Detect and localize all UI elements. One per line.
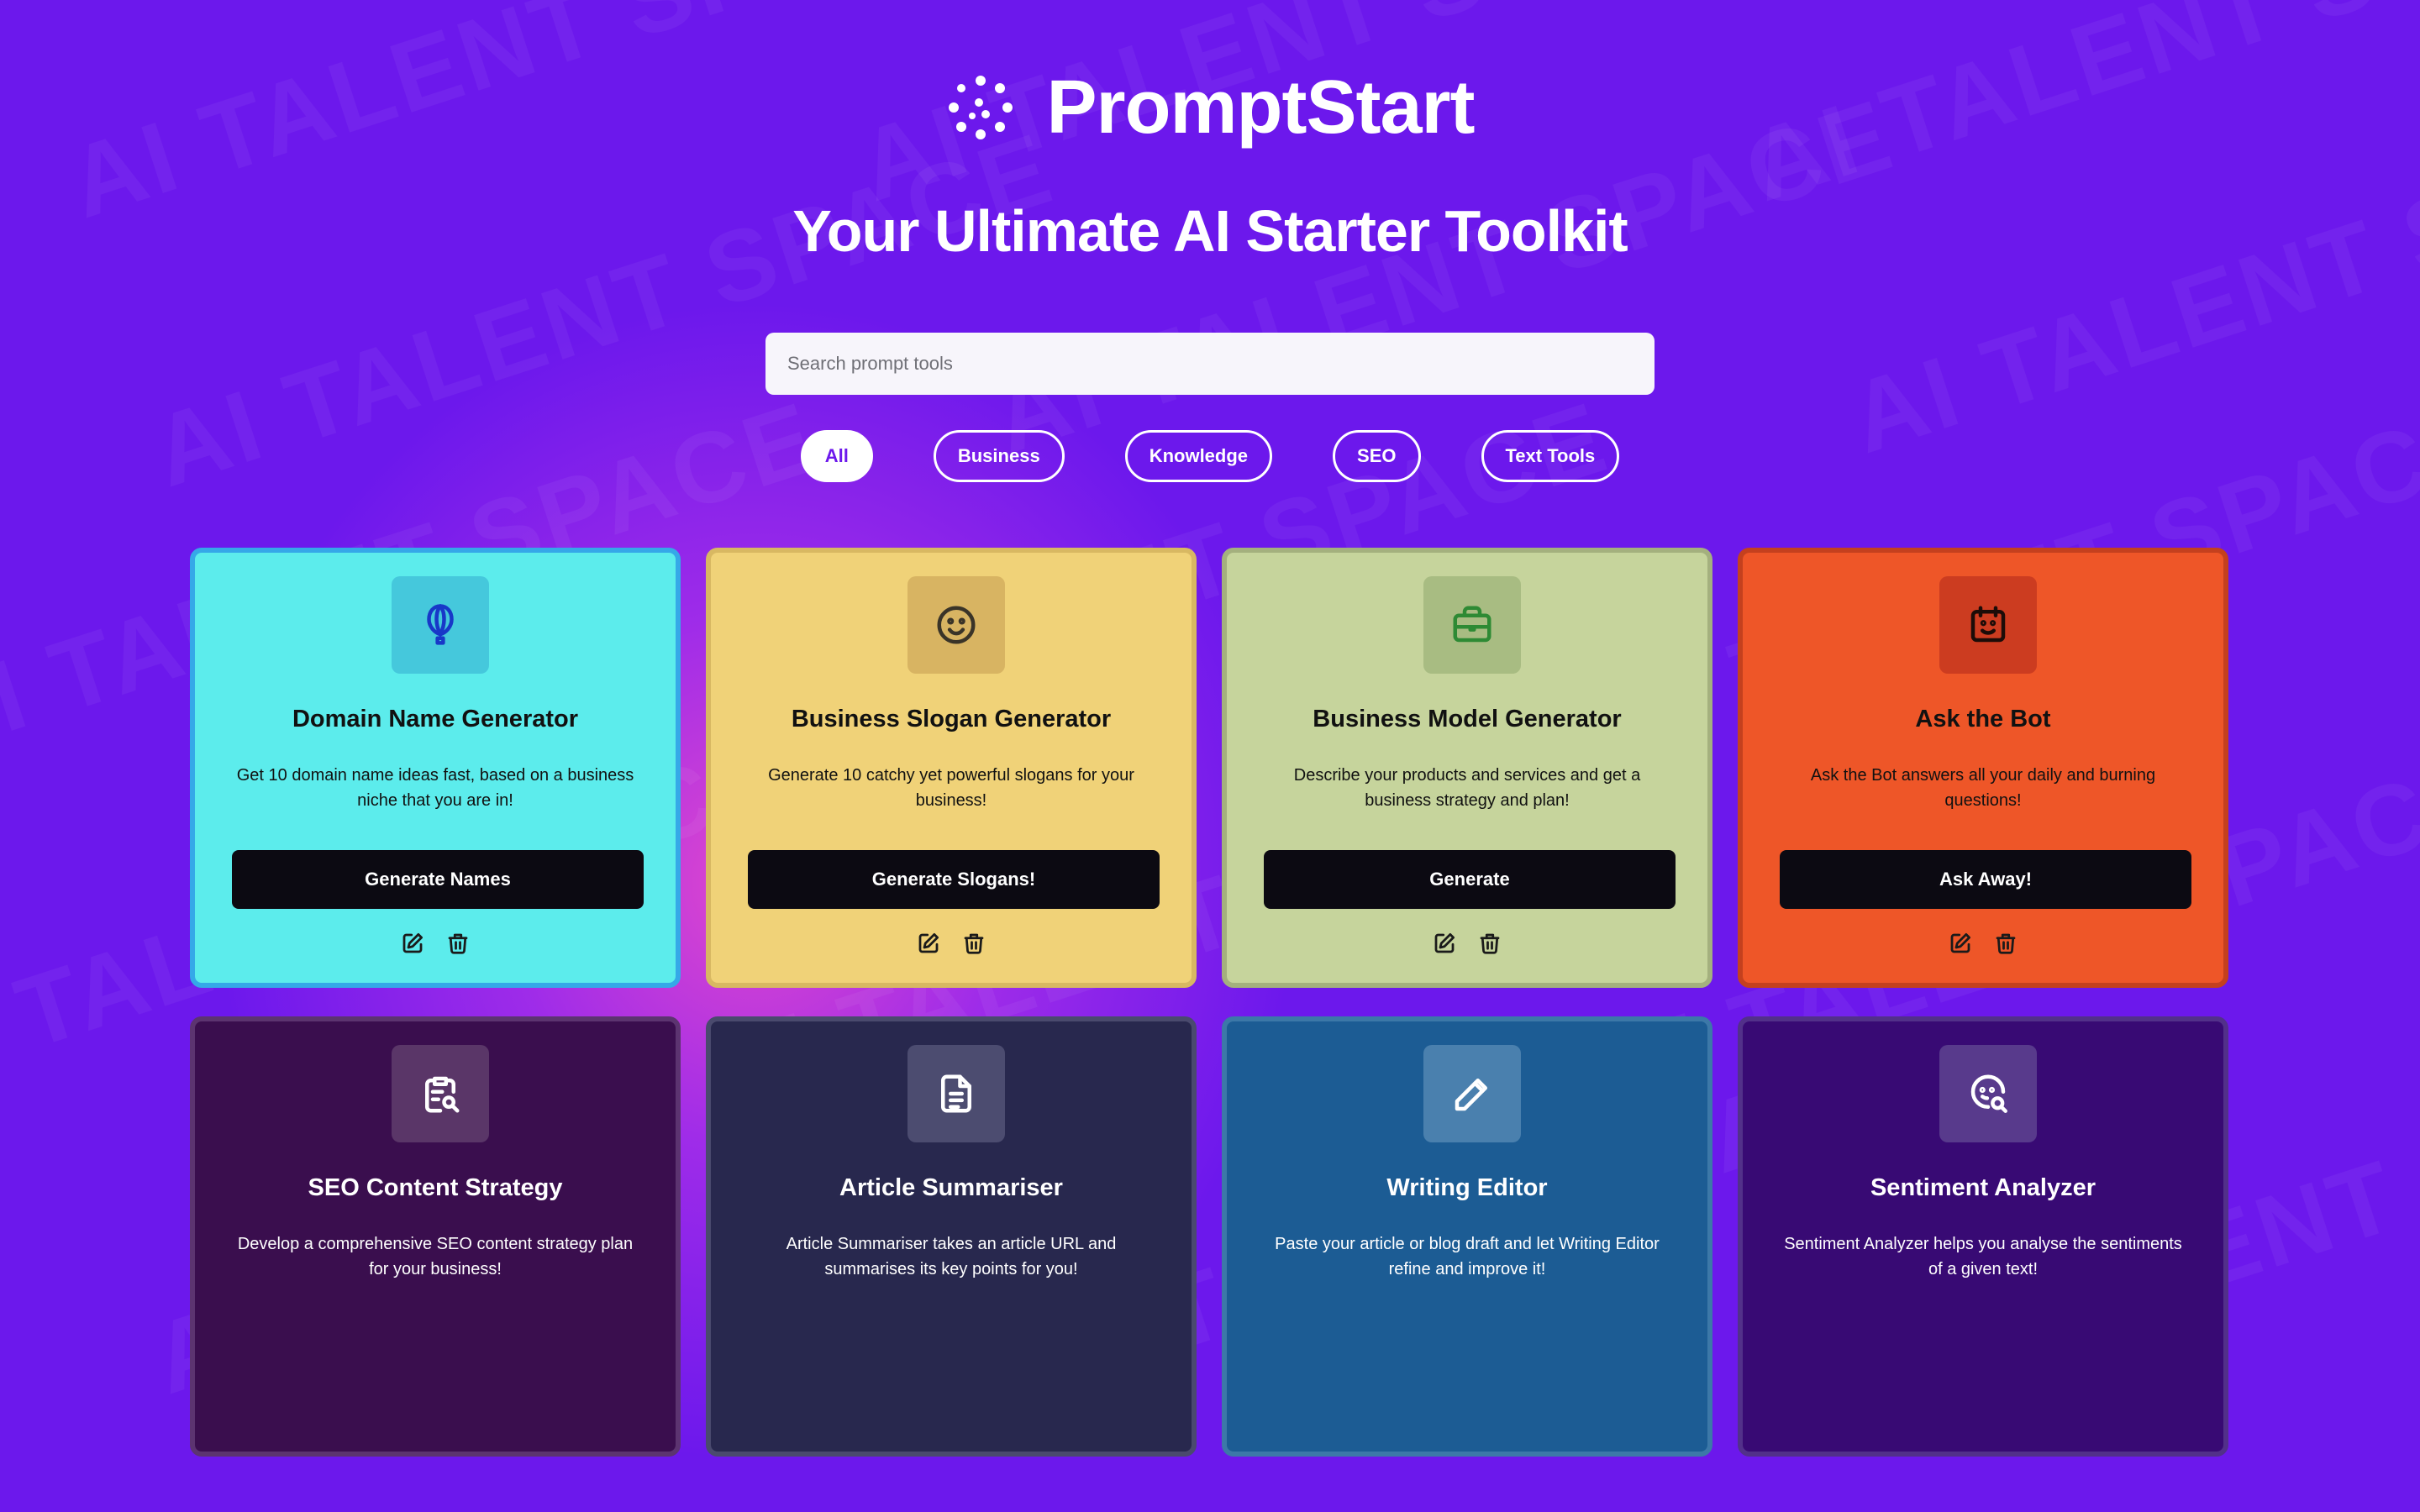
tool-card-business-model-generator[interactable]: Business Model Generator Describe your pr…: [1222, 548, 1712, 988]
filter-chip-business[interactable]: Business: [933, 430, 1065, 482]
pencil-icon: [1449, 1071, 1495, 1116]
card-description: Article Summariser takes an article URL …: [786, 1235, 1117, 1278]
trash-icon[interactable]: [1477, 931, 1502, 956]
face-search-icon: [1965, 1071, 2011, 1116]
card-icon-box: [908, 1045, 1005, 1142]
card-title: Domain Name Generator: [292, 706, 579, 732]
trash-icon[interactable]: [961, 931, 986, 956]
tool-card-ask-the-bot[interactable]: Ask the Bot Ask the Bot answers all your …: [1738, 548, 2228, 988]
card-action-button[interactable]: Generate Slogans!: [748, 850, 1160, 909]
card-title: Article Summariser: [839, 1174, 1063, 1201]
edit-icon[interactable]: [400, 931, 425, 956]
smile-icon: [934, 602, 979, 648]
card-title: Business Slogan Generator: [791, 706, 1112, 732]
card-icon-box: [1939, 1045, 2037, 1142]
filter-chip-seo[interactable]: SEO: [1333, 430, 1421, 482]
card-action-button[interactable]: Generate Names: [232, 850, 644, 909]
filter-chip-knowledge[interactable]: Knowledge: [1124, 430, 1273, 482]
trash-icon[interactable]: [445, 931, 471, 956]
brand-header: PromptStart: [0, 66, 2420, 150]
card-icon-box: [392, 1045, 489, 1142]
card-description: Ask the Bot answers all your daily and b…: [1810, 766, 2156, 810]
card-tools: [711, 931, 1192, 956]
edit-icon[interactable]: [916, 931, 941, 956]
edit-icon[interactable]: [1948, 931, 1973, 956]
calendar-smile-icon: [1965, 602, 2011, 648]
card-title: Writing Editor: [1386, 1174, 1548, 1201]
tool-card-writing-editor[interactable]: Writing Editor Paste your article or blog…: [1222, 1016, 1712, 1457]
filter-chips: All Business Knowledge SEO Text Tools: [0, 430, 2420, 482]
card-icon-box: [1939, 576, 2037, 674]
tool-card-article-summariser[interactable]: Article Summariser Article Summariser tak…: [706, 1016, 1197, 1457]
filter-chip-text-tools[interactable]: Text Tools: [1481, 430, 1620, 482]
card-description: Get 10 domain name ideas fast, based on …: [236, 766, 634, 810]
card-title: Ask the Bot: [1915, 706, 2051, 732]
document-icon: [934, 1071, 979, 1116]
balloon-icon: [418, 602, 463, 648]
card-description: Sentiment Analyzer helps you analyse the…: [1784, 1235, 2182, 1278]
card-icon-box: [908, 576, 1005, 674]
brand-name: PromptStart: [1046, 65, 1475, 150]
card-title: Business Model Generator: [1313, 706, 1622, 732]
search-input[interactable]: [765, 333, 1655, 395]
edit-icon[interactable]: [1432, 931, 1457, 956]
card-description: Generate 10 catchy yet powerful slogans …: [768, 766, 1134, 810]
card-description: Paste your article or blog draft and let…: [1275, 1235, 1660, 1278]
clipboard-search-icon: [418, 1071, 463, 1116]
filter-chip-all[interactable]: All: [800, 430, 873, 482]
card-icon-box: [1423, 576, 1521, 674]
card-action-button[interactable]: Generate: [1264, 850, 1676, 909]
tool-card-seo-content-strategy[interactable]: SEO Content Strategy Develop a comprehens…: [190, 1016, 681, 1457]
dots-logo-icon: [949, 76, 1013, 139]
briefcase-icon: [1449, 602, 1495, 648]
tool-card-business-slogan-generator[interactable]: Business Slogan Generator Generate 10 cat…: [706, 548, 1197, 988]
card-tools: [1743, 931, 2223, 956]
card-title: Sentiment Analyzer: [1870, 1174, 2096, 1201]
card-tools: [195, 931, 676, 956]
card-icon-box: [392, 576, 489, 674]
card-action-button[interactable]: Ask Away!: [1780, 850, 2191, 909]
card-title: SEO Content Strategy: [308, 1174, 563, 1201]
card-icon-box: [1423, 1045, 1521, 1142]
tool-card-sentiment-analyzer[interactable]: Sentiment Analyzer Sentiment Analyzer hel…: [1738, 1016, 2228, 1457]
tool-card-domain-name-generator[interactable]: Domain Name Generator Get 10 domain name …: [190, 548, 681, 988]
card-description: Develop a comprehensive SEO content stra…: [237, 1235, 634, 1278]
card-tools: [1227, 931, 1707, 956]
trash-icon[interactable]: [1993, 931, 2018, 956]
page-title: Your Ultimate AI Starter Toolkit: [792, 198, 1628, 264]
card-description: Describe your products and services and …: [1293, 766, 1641, 810]
